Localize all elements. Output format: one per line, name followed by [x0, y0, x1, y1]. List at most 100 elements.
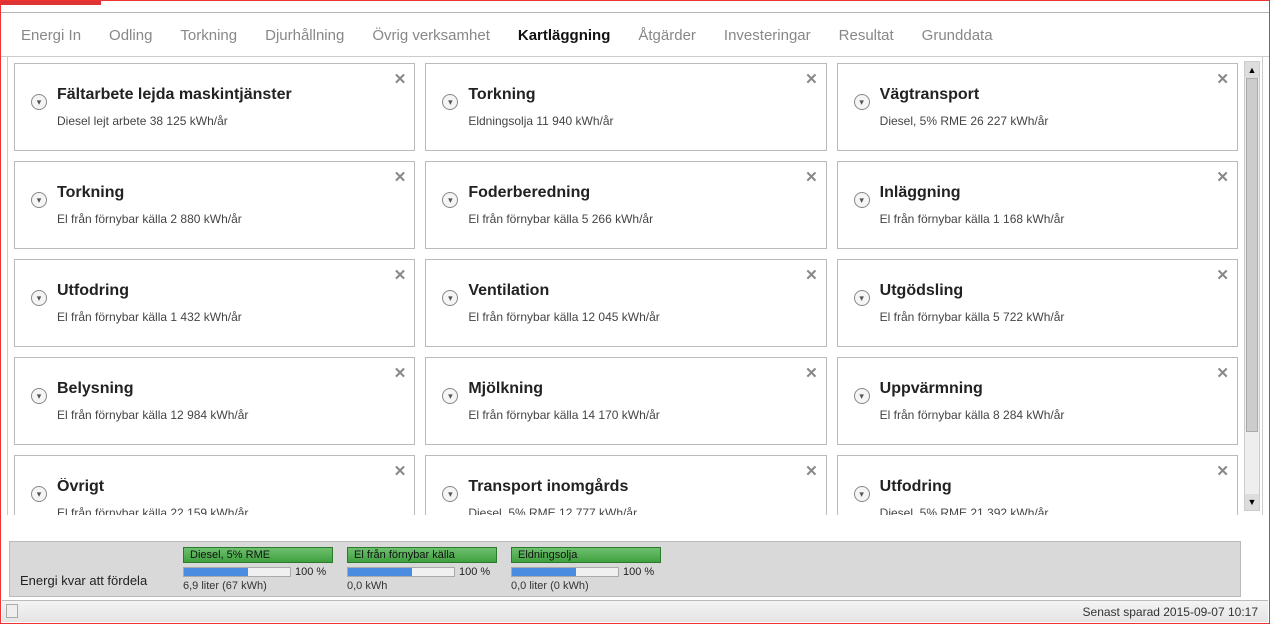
expand-icon[interactable]: ▾ — [31, 94, 47, 110]
card-subtitle: Diesel, 5% RME 21 392 kWh/år — [880, 506, 1219, 515]
tab-torkning[interactable]: Torkning — [180, 27, 237, 44]
card-title: Transport inomgårds — [468, 478, 807, 496]
close-icon[interactable]: ✕ — [805, 168, 818, 186]
card-title: Övrigt — [57, 478, 396, 496]
energy-header: El från förnybar källa — [347, 547, 497, 563]
close-icon[interactable]: ✕ — [1216, 168, 1229, 186]
energy-box: El från förnybar källa 100 % 0,0 kWh — [347, 547, 497, 592]
expand-icon[interactable]: ▾ — [442, 388, 458, 404]
energy-value: 6,9 liter (67 kWh) — [183, 580, 333, 592]
card-subtitle: Diesel, 5% RME 26 227 kWh/år — [880, 114, 1219, 128]
close-icon[interactable]: ✕ — [394, 168, 407, 186]
expand-icon[interactable]: ▾ — [31, 192, 47, 208]
expand-icon[interactable]: ▾ — [442, 290, 458, 306]
card-item: ✕ ▾ Uppvärmning El från förnybar källa 8 28… — [837, 357, 1238, 445]
card-item: ✕ ▾ Utgödsling El från förnybar källa 5 722… — [837, 259, 1238, 347]
tab-energi-in[interactable]: Energi In — [21, 27, 81, 44]
expand-icon[interactable]: ▾ — [442, 94, 458, 110]
energy-box: Diesel, 5% RME100 %6,9 liter (67 kWh) — [183, 547, 333, 592]
expand-icon[interactable]: ▾ — [854, 486, 870, 502]
card-subtitle: El från förnybar källa 12 045 kWh/år — [468, 310, 807, 324]
tab-åtgärder[interactable]: Åtgärder — [638, 27, 696, 44]
tab-grunddata[interactable]: Grunddata — [922, 27, 993, 44]
card-title: Uppvärmning — [880, 380, 1219, 398]
statusbar-grip-icon — [6, 604, 18, 618]
card-item: ✕ ▾ Inläggning El från förnybar källa 1 168… — [837, 161, 1238, 249]
card-subtitle: El från förnybar källa 2 880 kWh/år — [57, 212, 396, 226]
card-item: ✕▾MjölkningEl från förnybar källa 14 170… — [425, 357, 826, 445]
card-title: Utfodring — [880, 478, 1219, 496]
card-title: Vägtransport — [880, 86, 1219, 104]
scroll-thumb[interactable] — [1246, 78, 1258, 432]
content-area: ✕▾Fältarbete lejda maskintjänsterDiesel … — [7, 57, 1263, 515]
close-icon[interactable]: ✕ — [805, 266, 818, 284]
card-item: ✕▾Fältarbete lejda maskintjänsterDiesel … — [14, 63, 415, 151]
tab-investeringar[interactable]: Investeringar — [724, 27, 811, 44]
close-icon[interactable]: ✕ — [805, 462, 818, 480]
close-icon[interactable]: ✕ — [1216, 70, 1229, 88]
energy-percent: 100 % — [459, 566, 497, 578]
tab-djurhållning[interactable]: Djurhållning — [265, 27, 344, 44]
card-item: ✕ ▾ Vägtransport Diesel, 5% RME 26 227 kWh/… — [837, 63, 1238, 151]
energy-bar — [511, 567, 619, 577]
close-icon[interactable]: ✕ — [394, 462, 407, 480]
close-icon[interactable]: ✕ — [1216, 364, 1229, 382]
footer-label: Energi kvar att fördela — [20, 573, 165, 596]
close-icon[interactable]: ✕ — [394, 266, 407, 284]
last-saved-label: Senast sparad 2015-09-07 10:17 — [1083, 605, 1258, 619]
energy-header: Eldningsolja — [511, 547, 661, 563]
expand-icon[interactable]: ▾ — [442, 486, 458, 502]
close-icon[interactable]: ✕ — [805, 70, 818, 88]
tab-odling[interactable]: Odling — [109, 27, 152, 44]
card-subtitle: El från förnybar källa 1 432 kWh/år — [57, 310, 396, 324]
card-subtitle: El från förnybar källa 1 168 kWh/år — [880, 212, 1219, 226]
tab-resultat[interactable]: Resultat — [839, 27, 894, 44]
card-item: ✕ ▾ Ventilation El från förnybar källa 12 0… — [425, 259, 826, 347]
tab-övrig-verksamhet[interactable]: Övrig verksamhet — [372, 27, 490, 44]
card-item: ✕ ▾ Utfodring El från förnybar källa 1 432 … — [14, 259, 415, 347]
card-title: Utgödsling — [880, 282, 1219, 300]
expand-icon[interactable]: ▾ — [31, 486, 47, 502]
expand-icon[interactable]: ▾ — [31, 388, 47, 404]
energy-value: 0,0 kWh — [347, 580, 497, 592]
card-subtitle: El från förnybar källa 8 284 kWh/år — [880, 408, 1219, 422]
card-item: ✕ ▾ Övrigt El från förnybar källa 22 159 kW… — [14, 455, 415, 515]
card-item: ✕ ▾ Utfodring Diesel, 5% RME 21 392 kWh/år — [837, 455, 1238, 515]
card-item: ✕▾Transport inomgårdsDiesel, 5% RME 12 7… — [425, 455, 826, 515]
card-subtitle: Diesel lejt arbete 38 125 kWh/år — [57, 114, 396, 128]
card-title: Utfodring — [57, 282, 396, 300]
energy-box: Eldningsolja100 %0,0 liter (0 kWh) — [511, 547, 661, 592]
close-icon[interactable]: ✕ — [1216, 266, 1229, 284]
card-title: Ventilation — [468, 282, 807, 300]
card-title: Mjölkning — [468, 380, 807, 398]
card-title: Belysning — [57, 380, 396, 398]
tab-kartläggning[interactable]: Kartläggning — [518, 27, 611, 44]
close-icon[interactable]: ✕ — [805, 364, 818, 382]
scroll-down-icon[interactable]: ▼ — [1245, 494, 1259, 510]
card-item: ✕▾BelysningEl från förnybar källa 12 984… — [14, 357, 415, 445]
expand-icon[interactable]: ▾ — [854, 94, 870, 110]
expand-icon[interactable]: ▾ — [442, 192, 458, 208]
status-bar: Senast sparad 2015-09-07 10:17 — [2, 600, 1268, 622]
card-title: Torkning — [57, 184, 396, 202]
expand-icon[interactable]: ▾ — [854, 192, 870, 208]
energy-percent: 100 % — [623, 566, 661, 578]
energy-footer: Energi kvar att fördela Diesel, 5% RME10… — [9, 541, 1241, 597]
expand-icon[interactable]: ▾ — [31, 290, 47, 306]
card-subtitle: El från förnybar källa 5 266 kWh/år — [468, 212, 807, 226]
expand-icon[interactable]: ▾ — [854, 388, 870, 404]
vertical-scrollbar[interactable]: ▲ ▼ — [1244, 61, 1260, 511]
window-top-strip — [1, 1, 1269, 13]
expand-icon[interactable]: ▾ — [854, 290, 870, 306]
card-subtitle: El från förnybar källa 5 722 kWh/år — [880, 310, 1219, 324]
card-item: ✕▾FoderberedningEl från förnybar källa 5… — [425, 161, 826, 249]
scroll-track[interactable] — [1245, 78, 1259, 494]
card-title: Inläggning — [880, 184, 1219, 202]
energy-header: Diesel, 5% RME — [183, 547, 333, 563]
card-subtitle: El från förnybar källa 22 159 kWh/år — [57, 506, 396, 515]
close-icon[interactable]: ✕ — [1216, 462, 1229, 480]
scroll-up-icon[interactable]: ▲ — [1245, 62, 1259, 78]
close-icon[interactable]: ✕ — [394, 70, 407, 88]
card-item: ✕▾TorkningEldningsolja 11 940 kWh/år — [425, 63, 826, 151]
close-icon[interactable]: ✕ — [394, 364, 407, 382]
